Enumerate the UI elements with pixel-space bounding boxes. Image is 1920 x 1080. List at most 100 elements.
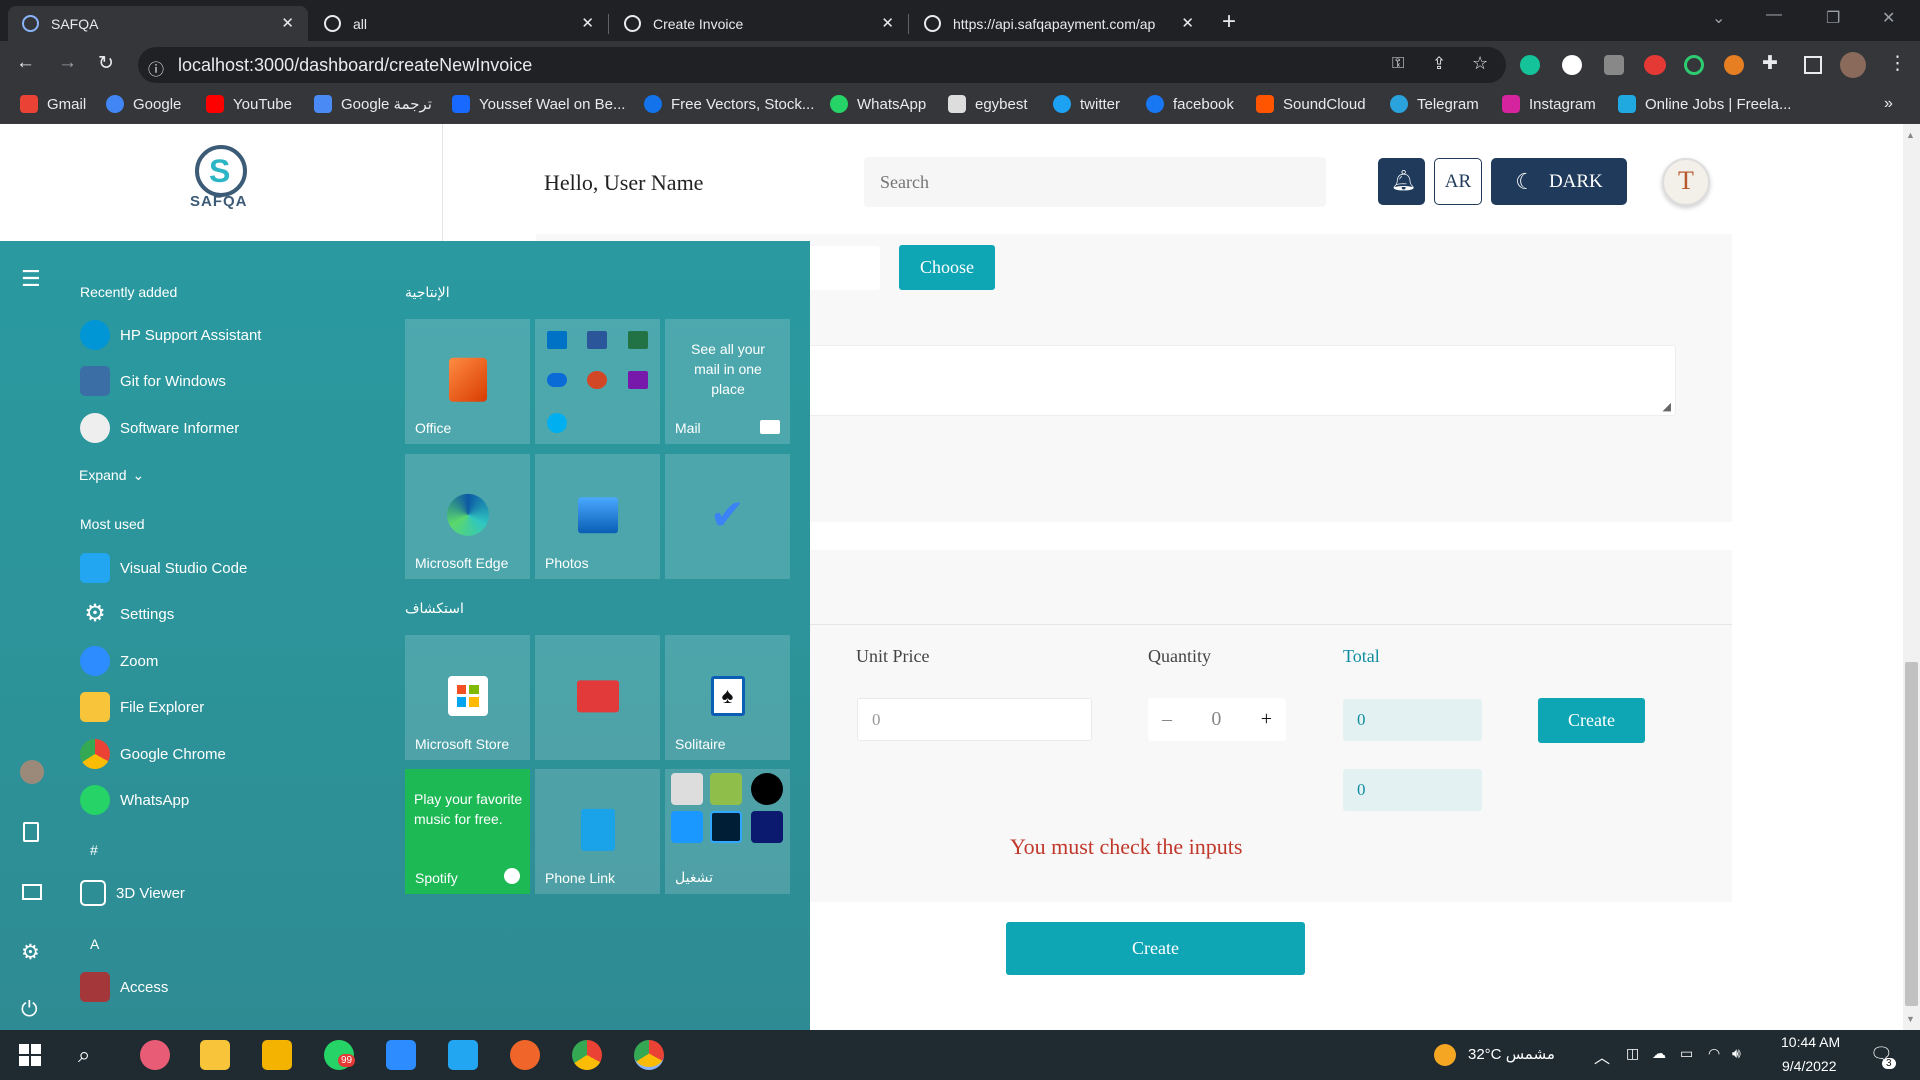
postman-icon[interactable] [510, 1040, 540, 1070]
bookmark-whatsapp[interactable]: WhatsApp [830, 95, 926, 113]
more-bookmarks-icon[interactable]: » [1884, 95, 1893, 113]
bookmark-youtube[interactable]: YouTube [206, 95, 292, 113]
app-3d-viewer[interactable]: 3D Viewer [80, 876, 185, 910]
bookmark-google[interactable]: Google [106, 95, 181, 113]
app-whatsapp[interactable]: WhatsApp [80, 783, 189, 817]
tile-news[interactable] [535, 635, 660, 760]
app-access[interactable]: Access [80, 970, 168, 1004]
tab-api[interactable]: https://api.safqapayment.com/ap ✕ [910, 6, 1208, 41]
scroll-down-icon[interactable]: ▼ [1906, 1014, 1915, 1024]
volume-icon[interactable]: 🔊︎ [1732, 1045, 1741, 1062]
extension-icon[interactable] [1724, 55, 1744, 75]
battery-icon[interactable]: ▭ [1680, 1045, 1693, 1062]
tile-spotify[interactable]: Play your favorite music for free. Spoti… [405, 769, 530, 894]
app-settings[interactable]: ⚙ Settings [80, 597, 174, 631]
window-close-icon[interactable]: ✕ [1882, 8, 1895, 28]
description-textarea[interactable]: ◢ [790, 345, 1676, 416]
minus-button[interactable]: – [1162, 708, 1172, 731]
app-zoom[interactable]: Zoom [80, 644, 158, 678]
choose-button[interactable]: Choose [899, 245, 995, 290]
app-icon[interactable] [262, 1040, 292, 1070]
minimize-icon[interactable]: — [1766, 6, 1782, 24]
folder-icon[interactable] [200, 1040, 230, 1070]
tile-solitaire[interactable]: ♠ Solitaire [665, 635, 790, 760]
bookmark-telegram[interactable]: Telegram [1390, 95, 1479, 113]
key-icon[interactable]: ⚿ [1392, 55, 1404, 73]
close-icon[interactable]: ✕ [881, 14, 894, 32]
tab-create-invoice[interactable]: Create Invoice ✕ [610, 6, 908, 41]
resize-handle-icon[interactable]: ◢ [1663, 400, 1671, 413]
tile-todo[interactable]: ✔ [665, 454, 790, 579]
theme-toggle-button[interactable]: ☾ DARK [1491, 158, 1627, 205]
tab-safqa[interactable]: SAFQA ✕ [8, 6, 308, 41]
puzzle-icon[interactable]: ✚ [1762, 52, 1778, 75]
restore-icon[interactable]: ❐ [1826, 8, 1840, 28]
app-file-explorer[interactable]: File Explorer [80, 690, 204, 724]
tile-mail[interactable]: See all your mail in one place Mail [665, 319, 790, 444]
documents-icon[interactable] [23, 822, 39, 842]
unit-price-input[interactable]: 0 [857, 698, 1092, 741]
profile-avatar[interactable] [1840, 52, 1866, 78]
user-account-icon[interactable] [20, 760, 44, 784]
scrollbar-thumb[interactable] [1905, 662, 1918, 1006]
power-icon[interactable]: ⏻ [21, 998, 38, 1022]
extension-icon[interactable] [1562, 55, 1582, 75]
meet-icon[interactable]: ◫ [1626, 1045, 1639, 1062]
user-avatar[interactable]: T [1662, 158, 1710, 206]
search-icon[interactable]: ⌕ [78, 1042, 90, 1068]
quantity-stepper[interactable]: – 0 + [1148, 698, 1286, 741]
extension-icon[interactable] [1604, 55, 1624, 75]
chevron-up-icon[interactable]: ︿ [1594, 1044, 1610, 1068]
app-hp-support[interactable]: HP Support Assistant [80, 318, 261, 352]
bookmark-instagram[interactable]: Instagram [1502, 95, 1596, 113]
app-vscode[interactable]: Visual Studio Code [80, 551, 247, 585]
clock-time[interactable]: 10:44 AM [1781, 1034, 1840, 1050]
hamburger-icon[interactable]: ☰ [21, 266, 41, 292]
forward-icon[interactable]: → [58, 52, 77, 74]
windows-start-button[interactable] [19, 1044, 41, 1066]
tile-microsoft-store[interactable]: Microsoft Store [405, 635, 530, 760]
tile-phone-link[interactable]: Phone Link [535, 769, 660, 894]
back-icon[interactable]: ← [16, 52, 35, 74]
tile-edge[interactable]: Microsoft Edge [405, 454, 530, 579]
vscode-icon[interactable] [448, 1040, 478, 1070]
scroll-up-icon[interactable]: ▲ [1906, 130, 1915, 140]
info-icon[interactable]: ⓘ [148, 56, 164, 80]
bookmark-egybest[interactable]: egybest [948, 95, 1028, 113]
tab-all[interactable]: all ✕ [310, 6, 608, 41]
wifi-icon[interactable]: ◠ [1708, 1045, 1720, 1062]
bookmark-translate[interactable]: Google ترجمة [314, 95, 432, 113]
notifications-button[interactable]: 🔔︎ [1378, 158, 1425, 205]
tile-office-apps[interactable] [535, 319, 660, 444]
app-software-informer[interactable]: Software Informer [80, 411, 239, 445]
paint-icon[interactable] [140, 1040, 170, 1070]
grammarly-icon[interactable] [1520, 55, 1540, 75]
close-icon[interactable]: ✕ [1181, 14, 1194, 32]
bookmark-freepik[interactable]: Free Vectors, Stock... [644, 95, 814, 113]
bookmark-gmail[interactable]: Gmail [20, 95, 86, 113]
tile-office[interactable]: Office [405, 319, 530, 444]
expand-button[interactable]: Expand ⌄ [79, 458, 144, 492]
sidepanel-icon[interactable] [1804, 56, 1822, 74]
zoom-icon[interactable] [386, 1040, 416, 1070]
weather-text[interactable]: 32°C مشمس [1468, 1045, 1555, 1063]
extension-icon[interactable] [1684, 55, 1704, 75]
bookmark-online-jobs[interactable]: Online Jobs | Freela... [1618, 95, 1791, 113]
clock-date[interactable]: 9/4/2022 [1782, 1058, 1837, 1074]
reload-icon[interactable]: ↻ [98, 52, 114, 75]
close-icon[interactable]: ✕ [581, 14, 594, 32]
bookmark-twitter[interactable]: twitter [1053, 95, 1120, 113]
app-git[interactable]: Git for Windows [80, 364, 226, 398]
new-tab-icon[interactable]: + [1222, 8, 1236, 36]
share-icon[interactable]: ⇪ [1432, 54, 1446, 74]
bookmark-soundcloud[interactable]: SoundCloud [1256, 95, 1366, 113]
tile-photos[interactable]: Photos [535, 454, 660, 579]
app-chrome[interactable]: Google Chrome [80, 737, 226, 771]
close-icon[interactable]: ✕ [281, 14, 294, 32]
bookmark-behance[interactable]: Youssef Wael on Be... [452, 95, 625, 113]
chrome-profile-icon[interactable] [634, 1040, 664, 1070]
adblock-icon[interactable] [1644, 55, 1666, 75]
star-icon[interactable]: ☆ [1472, 53, 1488, 74]
tile-play[interactable]: تشغيل [665, 769, 790, 894]
search-input[interactable] [864, 157, 1326, 207]
